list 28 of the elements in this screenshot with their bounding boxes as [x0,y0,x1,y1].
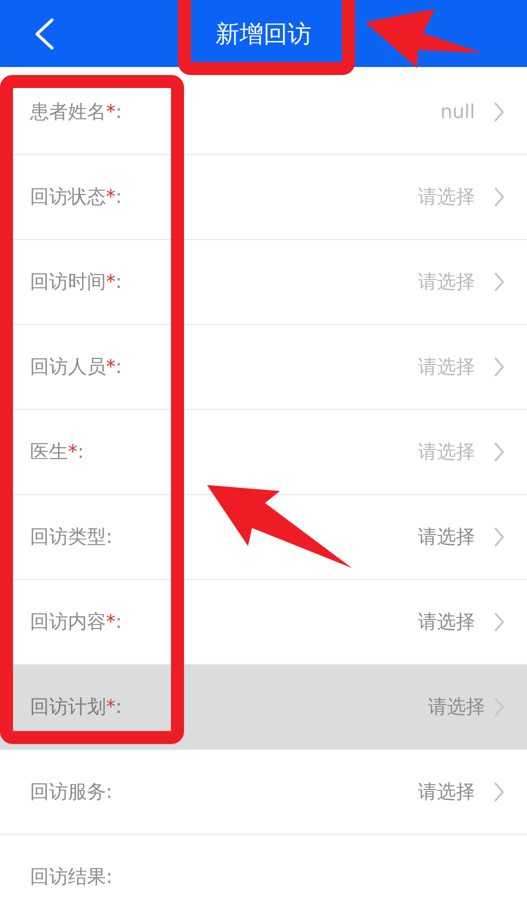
field-value: 请选择 [418,610,475,635]
field-label: 回访类型: [30,525,112,550]
field-value: null [440,101,475,123]
field-value: 请选择 [418,270,475,295]
field-label: 回访时间*: [30,270,122,295]
field-value: 请选择 [418,440,475,465]
field-value: 请选择 [428,695,485,720]
field-label: 回访人员*: [30,355,122,380]
field-value: 请选择 [418,780,475,805]
field-label: 医生*: [30,440,84,465]
chevron-icon [493,441,505,463]
chevron-icon [493,526,505,548]
field-label: 回访状态*: [30,185,122,210]
field-value: 请选择 [418,525,475,550]
field-label: 回访结果: [30,865,112,890]
page-title: 新增回访 [216,18,312,50]
chevron-icon [493,356,505,378]
field-label: 回访内容*: [30,610,122,635]
chevron-icon [493,611,505,633]
field-value: 请选择 [418,355,475,380]
field-label: 患者姓名*: [30,100,122,125]
chevron-icon [493,186,505,208]
field-value: 请选择 [418,185,475,210]
chevron-icon [493,101,505,123]
chevron-icon [493,271,505,293]
field-label: 回访计划*: [30,695,122,720]
chevron-icon [493,781,505,803]
field-label: 回访服务: [30,780,112,805]
